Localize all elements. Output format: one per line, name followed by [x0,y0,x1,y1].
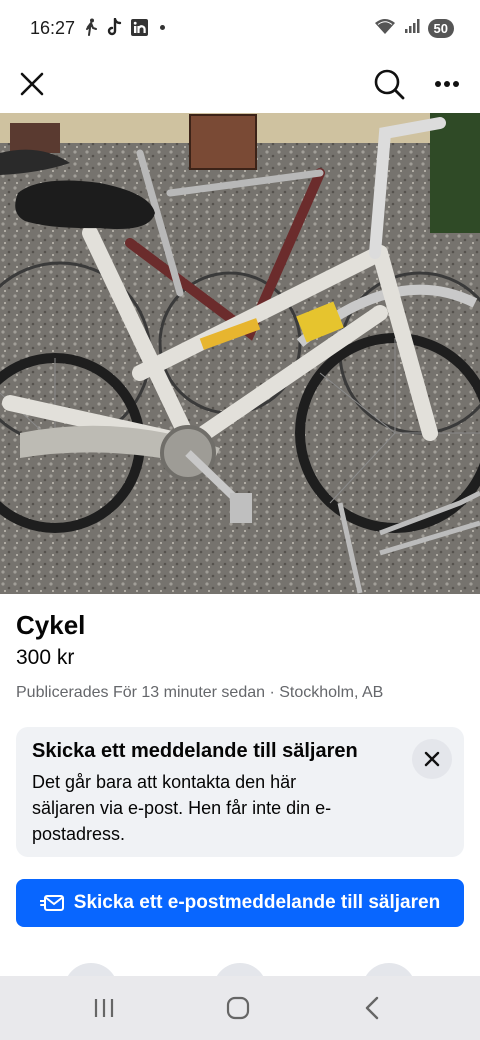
more-icon [435,81,459,87]
recents-icon [94,999,114,1017]
message-card-title: Skicka ett meddelande till säljaren [32,740,358,762]
tiktok-icon [106,18,124,36]
back-button[interactable] [352,990,392,1026]
close-button[interactable] [12,64,52,104]
recents-button[interactable] [84,990,124,1026]
send-email-label: Skicka ett e-postmeddelande till säljare… [73,892,441,913]
status-notification-icons [82,18,165,36]
dismiss-card-button[interactable] [412,739,452,779]
close-icon [20,72,44,96]
more-notifications-dot [160,24,165,30]
listing-title: Cykel [16,610,86,640]
search-icon [374,69,405,100]
status-system-icons: 50 [374,17,454,40]
listing-photo[interactable] [0,113,480,594]
status-bar: 16:27 50 [0,0,480,56]
close-icon [424,751,440,767]
status-time: 16:27 [30,18,76,38]
signal-icon [404,18,420,39]
wifi-icon [374,17,396,40]
send-email-button[interactable]: Skicka ett e-postmeddelande till säljare… [16,879,464,927]
home-icon [226,996,250,1020]
search-button[interactable] [369,64,409,104]
message-card-body: Det går bara att kontakta den här säljar… [32,772,332,844]
battery-indicator: 50 [427,19,454,38]
more-options-button[interactable] [427,64,467,104]
linkedin-icon [130,18,148,36]
message-seller-card: Skicka ett meddelande till säljaren Det … [16,727,464,857]
system-navigation-bar [0,976,480,1040]
bicycle-photo [0,113,480,594]
listing-meta: Publicerades För 13 minuter sedan · Stoc… [16,684,384,701]
home-button[interactable] [218,990,258,1026]
back-icon [365,996,379,1020]
email-send-icon [39,895,64,911]
top-app-bar [0,56,480,112]
listing-price: 300 kr [16,646,75,669]
walking-icon [82,18,100,36]
